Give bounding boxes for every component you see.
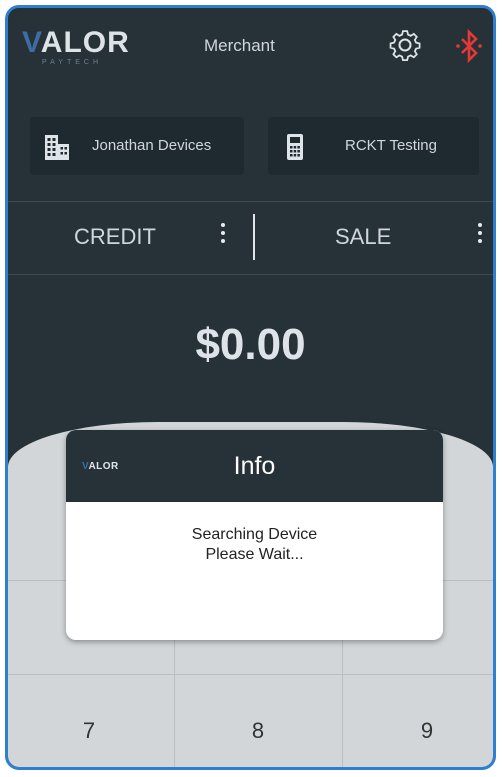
dialog-message: Searching Device Please Wait... xyxy=(66,525,443,565)
merchant-title: Merchant xyxy=(204,36,275,55)
logo-subtext: PAYTECH xyxy=(42,59,103,66)
valor-logo: VALOR PAYTECH xyxy=(22,26,130,66)
app-header: VALOR PAYTECH Merchant xyxy=(8,8,493,86)
keypad-col-divider xyxy=(342,636,343,767)
dialog-title: Info xyxy=(233,452,276,480)
transaction-mode-sale[interactable]: SALE xyxy=(335,224,391,250)
dialog-header: VALOR Info xyxy=(66,430,443,502)
credit-menu-icon[interactable] xyxy=(220,223,226,249)
sale-menu-icon[interactable] xyxy=(477,223,483,249)
keypad-col-divider xyxy=(174,636,175,767)
key-7[interactable]: 7 xyxy=(59,718,119,744)
device-label: RCKT Testing xyxy=(345,137,437,154)
transaction-type-credit[interactable]: CREDIT xyxy=(74,224,156,250)
amount-display: $0.00 xyxy=(195,320,306,369)
bluetooth-icon[interactable] xyxy=(455,29,483,63)
keypad-row-divider xyxy=(8,674,493,675)
tx-divider xyxy=(253,214,255,260)
dialog-message-line2: Please Wait... xyxy=(205,546,304,563)
info-dialog: VALOR Info Searching Device Please Wait.… xyxy=(66,430,443,640)
dialog-message-line1: Searching Device xyxy=(191,526,318,543)
key-9[interactable]: 9 xyxy=(397,718,457,744)
phone-frame: VALOR PAYTECH Merchant Jonathan Devices … xyxy=(5,5,496,770)
logo-text: ALOR xyxy=(40,26,130,59)
transaction-options-row: CREDIT SALE xyxy=(8,201,493,275)
gear-icon[interactable] xyxy=(388,28,422,62)
key-8[interactable]: 8 xyxy=(228,718,288,744)
account-selector-merchant[interactable]: Jonathan Devices xyxy=(30,117,244,175)
logo-v: V xyxy=(22,26,41,59)
account-label: Jonathan Devices xyxy=(92,137,212,154)
device-selector[interactable]: RCKT Testing xyxy=(268,117,479,175)
building-icon xyxy=(45,135,69,160)
terminal-icon xyxy=(287,134,303,160)
app-screen: VALOR PAYTECH Merchant Jonathan Devices … xyxy=(8,8,493,767)
